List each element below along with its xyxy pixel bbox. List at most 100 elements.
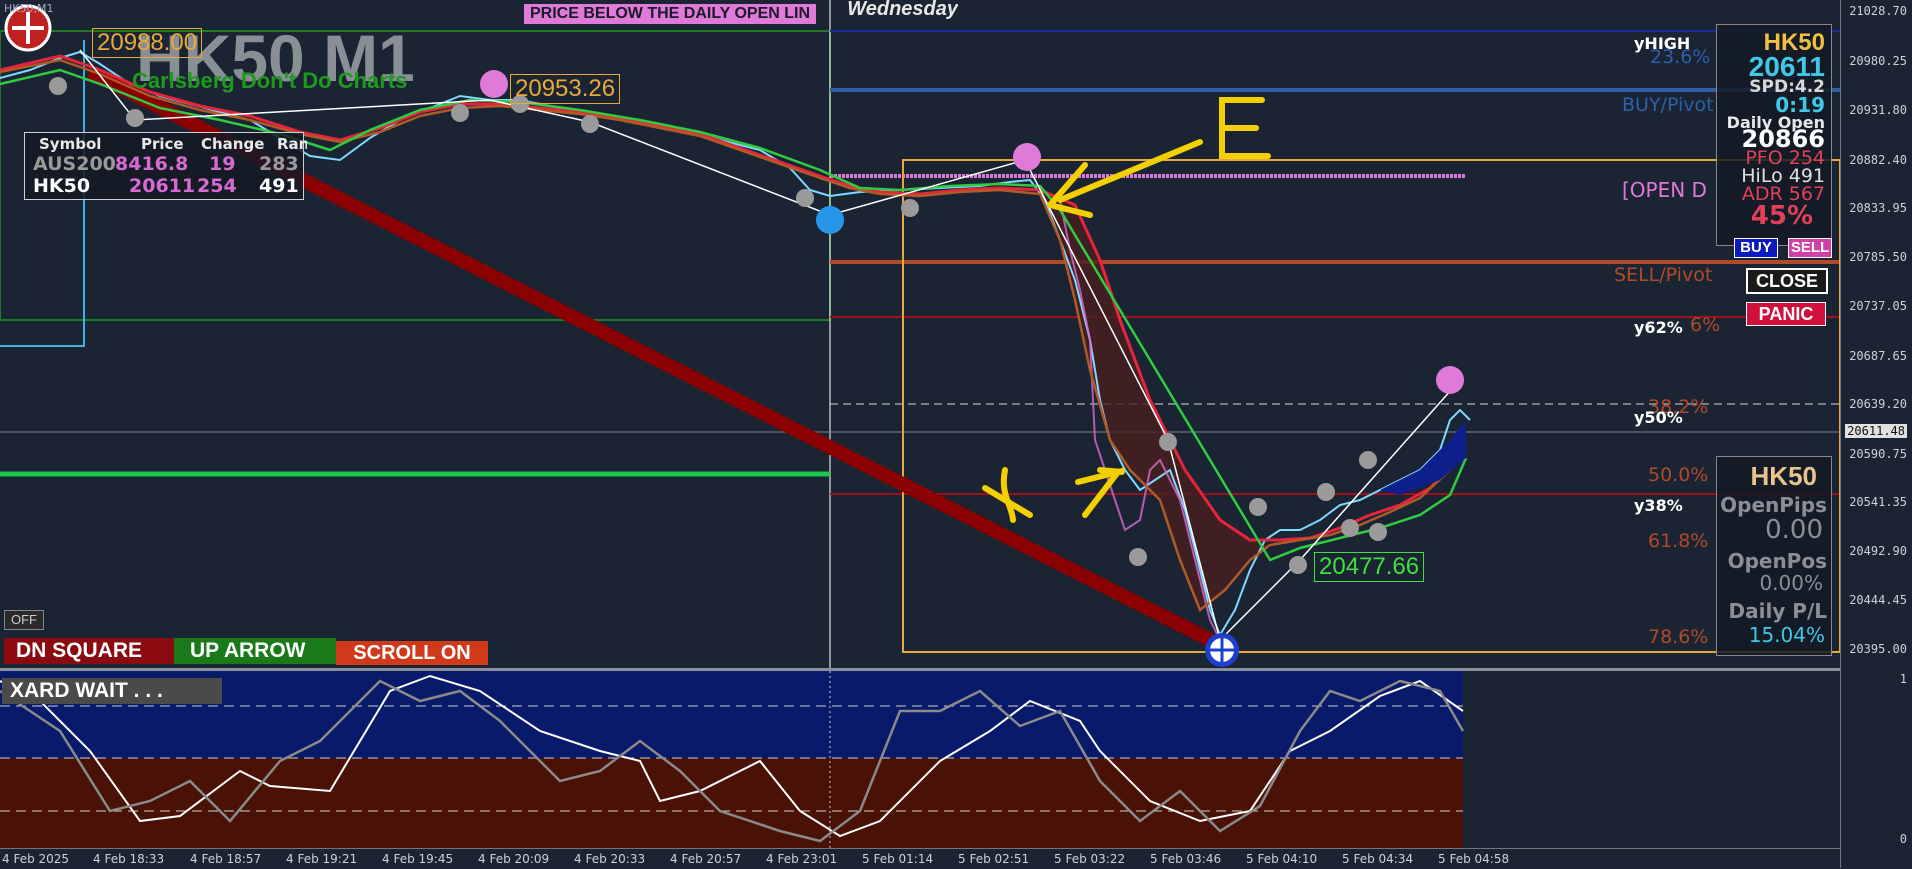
- price-tick: 20639.20: [1849, 397, 1907, 411]
- price-tick: 20444.45: [1849, 593, 1907, 607]
- time-tick: 4 Feb 18:33: [93, 852, 165, 866]
- oscillator-pane[interactable]: [0, 671, 1840, 848]
- osc-bottom-zone: [0, 758, 1463, 848]
- sell-button[interactable]: SELL: [1788, 238, 1832, 258]
- annotation-arrow-e: [1047, 97, 1271, 218]
- buy-button[interactable]: BUY: [1734, 238, 1778, 258]
- fib-618-label: 61.8%: [1648, 530, 1709, 552]
- y50-label: y50%: [1634, 408, 1683, 427]
- price-tick: 20541.35: [1849, 495, 1907, 509]
- grey-dot: [1159, 433, 1177, 451]
- pl-open-pips: 0.00: [1765, 515, 1823, 545]
- time-tick: 5 Feb 01:14: [862, 852, 934, 866]
- xard-wait-status: XARD WAIT . . .: [2, 678, 222, 704]
- pink-dot: [480, 70, 508, 98]
- price-tick: 20882.40: [1849, 153, 1907, 167]
- price-chart[interactable]: [0, 0, 1840, 668]
- blue-ribbon: [1380, 420, 1466, 495]
- table-cell: AUS200: [33, 153, 116, 175]
- pink-dot: [1436, 366, 1464, 394]
- blue-dot: [816, 206, 844, 234]
- price-tick: 20785.50: [1849, 250, 1907, 264]
- time-tick: 4 Feb 18:57: [190, 852, 262, 866]
- annotation-x-label: X: [1000, 480, 1001, 481]
- table-cell: 20611: [129, 175, 196, 197]
- price-tick: 20687.65: [1849, 349, 1907, 363]
- chart-subtitle: Carlsberg Don't Do Charts: [132, 68, 408, 93]
- price-tick: 20492.90: [1849, 544, 1907, 558]
- table-cell: HK50: [33, 175, 91, 197]
- annotation-e-label: E: [1270, 96, 1271, 97]
- table-cell: 283: [259, 153, 299, 175]
- grey-dot: [1317, 483, 1335, 501]
- pl-open-pos: 0.00%: [1759, 571, 1823, 595]
- grey-dot: [1129, 548, 1147, 566]
- table-cell: 491: [259, 175, 299, 197]
- window-title: HK50,M1: [4, 2, 54, 15]
- table-header: Symbol: [39, 135, 102, 153]
- fib-50-label: 50.0%: [1648, 464, 1709, 486]
- pl-open-pos-label: OpenPos: [1727, 549, 1827, 573]
- grey-dot: [1249, 498, 1267, 516]
- price-tick: 20980.25: [1849, 54, 1907, 68]
- time-tick: 5 Feb 03:46: [1150, 852, 1222, 866]
- osc-axis-top: 1: [1899, 672, 1907, 686]
- price-tick: 20590.75: [1849, 447, 1907, 461]
- time-tick: 4 Feb 19:21: [286, 852, 358, 866]
- pl-panel: HK50 OpenPips 0.00 OpenPos 0.00% Daily P…: [1716, 456, 1832, 656]
- off-button[interactable]: OFF: [4, 610, 44, 630]
- sell-pivot-label: SELL/Pivot: [1614, 264, 1713, 286]
- osc-axis-bottom: 0: [1899, 832, 1907, 846]
- table-header: Price: [141, 135, 184, 153]
- pl-symbol: HK50: [1750, 461, 1817, 491]
- panic-button[interactable]: PANIC: [1746, 302, 1826, 326]
- grey-dot: [451, 104, 469, 122]
- top-left-price-label: 20988.00: [92, 28, 203, 58]
- price-tick: 20737.05: [1849, 299, 1907, 313]
- open-d-label: [OPEN D: [1622, 178, 1707, 202]
- pink-dot: [1013, 143, 1041, 171]
- price-below-banner: PRICE BELOW THE DAILY OPEN LIN: [524, 4, 817, 24]
- grey-dot: [581, 115, 599, 133]
- time-tick: 4 Feb 20:57: [670, 852, 742, 866]
- time-tick: 5 Feb 04:34: [1342, 852, 1414, 866]
- symbol-table: Symbol Price Change Range AUS200 8416.8 …: [24, 132, 307, 200]
- y38-label: y38%: [1634, 496, 1683, 515]
- close-button[interactable]: CLOSE: [1746, 268, 1828, 294]
- price-tick: 20395.00: [1849, 642, 1907, 656]
- day-label: Wednesday: [847, 0, 958, 20]
- table-cell: 19: [209, 153, 236, 175]
- time-tick: 4 Feb 20:09: [478, 852, 550, 866]
- low-marker-icon: [1205, 633, 1239, 667]
- table-header: Range: [277, 135, 307, 153]
- fib-786-label: 78.6%: [1648, 626, 1709, 648]
- grey-dot: [1369, 523, 1387, 541]
- table-header: Change: [201, 135, 265, 153]
- time-tick: 5 Feb 04:58: [1438, 852, 1510, 866]
- buy-pivot-label: BUY/Pivot: [1622, 94, 1714, 116]
- grey-dot: [1359, 451, 1377, 469]
- swing-low-label: 20477.66: [1314, 552, 1425, 582]
- grey-dot: [796, 189, 814, 207]
- time-tick: 4 Feb 23:01: [766, 852, 838, 866]
- current-price-tag: 20611.48: [1845, 424, 1907, 438]
- pl-open-pips-label: OpenPips: [1720, 493, 1827, 517]
- scroll-on-button[interactable]: SCROLL ON: [336, 641, 488, 665]
- time-tick: 5 Feb 04:10: [1246, 852, 1318, 866]
- grey-dot: [126, 109, 144, 127]
- grey-dot: [1289, 556, 1307, 574]
- price-axis[interactable]: 21028.70 20980.25 20931.80 20882.40 2083…: [1840, 0, 1912, 868]
- grey-dot: [1341, 519, 1359, 537]
- dn-square-button[interactable]: DN SQUARE: [4, 638, 174, 664]
- table-cell: 254: [197, 175, 237, 197]
- fib-236-label: 23.6%: [1650, 46, 1711, 68]
- pl-daily-label: Daily P/L: [1728, 599, 1827, 623]
- pl-daily-value: 15.04%: [1748, 623, 1825, 647]
- info-adr-pct: 45%: [1750, 201, 1813, 231]
- up-arrow-button[interactable]: UP ARROW: [174, 638, 336, 664]
- time-axis[interactable]: 4 Feb 2025 4 Feb 18:33 4 Feb 18:57 4 Feb…: [0, 848, 1840, 869]
- grey-dot: [901, 199, 919, 217]
- price-tick: 21028.70: [1849, 4, 1907, 18]
- time-tick: 5 Feb 03:22: [1054, 852, 1126, 866]
- table-cell: 8416.8: [115, 153, 189, 175]
